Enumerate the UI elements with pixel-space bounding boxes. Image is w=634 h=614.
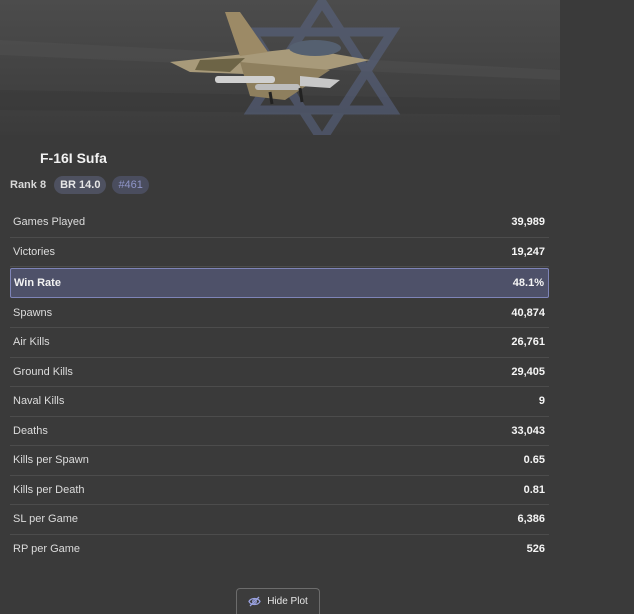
stat-value: 9 <box>538 395 545 408</box>
hide-plot-label: Hide Plot <box>267 596 308 607</box>
stat-row-kills-per-death[interactable]: Kills per Death 0.81 <box>10 476 549 505</box>
stat-label: RP per Game <box>13 543 81 556</box>
stat-row-victories[interactable]: Victories 19,247 <box>10 238 549 267</box>
stat-value: 6,386 <box>517 513 545 526</box>
position-badge[interactable]: #461 <box>112 176 149 194</box>
stat-label: Win Rate <box>14 276 61 289</box>
vehicle-name: F-16I Sufa <box>40 150 107 166</box>
vehicle-banner-image <box>0 0 560 135</box>
stat-row-win-rate[interactable]: Win Rate 48.1% <box>10 268 549 298</box>
stat-value: 33,043 <box>511 424 545 437</box>
stat-value: 19,247 <box>511 245 545 258</box>
battle-rating-badge: BR 14.0 <box>54 176 107 194</box>
stat-value: 48.1% <box>512 276 544 289</box>
eye-slash-icon <box>248 596 261 607</box>
stat-label: Air Kills <box>13 336 50 349</box>
stat-row-sl-per-game[interactable]: SL per Game 6,386 <box>10 505 549 535</box>
stat-label: Victories <box>13 245 55 258</box>
stat-value: 0.65 <box>523 454 545 467</box>
stat-label: Kills per Spawn <box>13 454 89 467</box>
stat-label: Spawns <box>13 306 53 319</box>
stat-row-deaths[interactable]: Deaths 33,043 <box>10 417 549 446</box>
stat-row-games-played[interactable]: Games Played 39,989 <box>10 208 549 238</box>
stat-label: Kills per Death <box>13 483 85 496</box>
stat-row-rp-per-game[interactable]: RP per Game 526 <box>10 535 549 565</box>
stat-row-naval-kills[interactable]: Naval Kills 9 <box>10 387 549 417</box>
stat-label: Deaths <box>13 424 48 437</box>
stat-label: SL per Game <box>13 513 79 526</box>
stat-value: 40,874 <box>511 306 545 319</box>
vehicle-badges: Rank 8 BR 14.0 #461 <box>10 176 149 194</box>
stats-table: Games Played 39,989 Victories 19,247 Win… <box>10 208 549 564</box>
rank-label: Rank 8 <box>10 179 47 191</box>
stat-row-spawns[interactable]: Spawns 40,874 <box>10 299 549 328</box>
stat-label: Games Played <box>13 216 86 229</box>
stat-row-kills-per-spawn[interactable]: Kills per Spawn 0.65 <box>10 446 549 476</box>
stat-value: 29,405 <box>511 365 545 378</box>
hide-plot-button[interactable]: Hide Plot <box>236 588 320 614</box>
stat-value: 39,989 <box>511 216 545 229</box>
stat-row-air-kills[interactable]: Air Kills 26,761 <box>10 328 549 358</box>
stat-value: 0.81 <box>523 483 545 496</box>
stat-value: 526 <box>526 543 545 556</box>
stat-value: 26,761 <box>511 336 545 349</box>
stat-label: Naval Kills <box>13 395 65 408</box>
stat-label: Ground Kills <box>13 365 73 378</box>
stat-row-ground-kills[interactable]: Ground Kills 29,405 <box>10 358 549 387</box>
